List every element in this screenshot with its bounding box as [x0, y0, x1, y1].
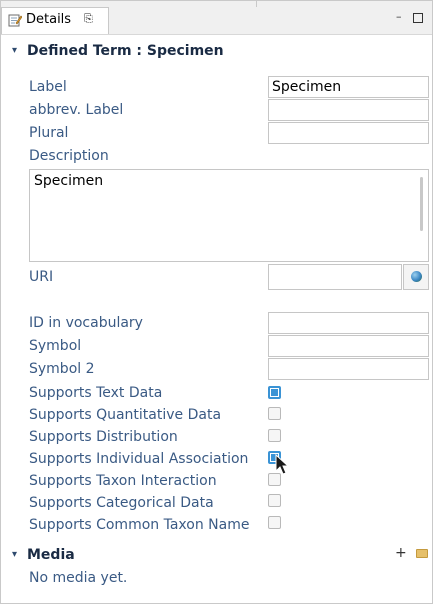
description-scrollbar[interactable]	[420, 177, 423, 231]
description-field[interactable]: Specimen	[29, 169, 429, 262]
defined-term-section-title[interactable]: Defined Term : Specimen	[27, 43, 224, 59]
supports-text-data-label: Supports Text Data	[29, 385, 163, 401]
tab-details-label: Details	[26, 12, 72, 27]
tab-details[interactable]: Details ⎘	[1, 7, 109, 34]
symbol-field[interactable]	[268, 335, 429, 357]
description-label: Description	[29, 148, 109, 164]
supports-categorical-data-label: Supports Categorical Data	[29, 495, 214, 511]
symbol2-label: Symbol 2	[29, 361, 95, 377]
globe-icon	[411, 271, 422, 282]
folder-icon[interactable]	[416, 549, 428, 558]
media-empty-message: No media yet.	[29, 570, 128, 586]
symbol-label: Symbol	[29, 338, 82, 354]
details-view: Details ⎘ – ▾ Defined Term : Specimen La…	[0, 0, 433, 604]
tab-bar: Details ⎘ –	[1, 1, 432, 35]
supports-individual-association-label: Supports Individual Association	[29, 451, 249, 467]
tab-close-icon[interactable]: ⎘	[84, 12, 93, 26]
uri-field[interactable]	[268, 264, 402, 290]
label-field[interactable]	[268, 76, 429, 98]
abbrev-label-label: abbrev. Label	[29, 102, 124, 118]
supports-categorical-data-checkbox[interactable]	[268, 494, 281, 507]
supports-distribution-checkbox[interactable]	[268, 429, 281, 442]
plural-label: Plural	[29, 125, 69, 141]
supports-quantitative-data-label: Supports Quantitative Data	[29, 407, 222, 423]
supports-quantitative-data-checkbox[interactable]	[268, 407, 281, 420]
abbrev-label-field[interactable]	[268, 99, 429, 121]
media-collapse-icon[interactable]: ▾	[12, 549, 17, 560]
supports-common-taxon-name-label: Supports Common Taxon Name	[29, 517, 250, 533]
symbol2-field[interactable]	[268, 358, 429, 380]
maximize-icon[interactable]	[413, 13, 423, 23]
edit-document-icon	[8, 14, 22, 27]
supports-common-taxon-name-checkbox[interactable]	[268, 516, 281, 529]
supports-taxon-interaction-label: Supports Taxon Interaction	[29, 473, 217, 489]
supports-text-data-checkbox[interactable]	[268, 386, 281, 399]
supports-distribution-label: Supports Distribution	[29, 429, 178, 445]
mouse-pointer-icon	[275, 454, 290, 475]
tab-separator	[256, 1, 257, 7]
media-section-title[interactable]: Media	[27, 547, 75, 563]
plural-field[interactable]	[268, 122, 429, 144]
add-media-button[interactable]: +	[395, 545, 407, 561]
uri-label: URI	[29, 269, 54, 285]
id-in-vocabulary-field[interactable]	[268, 312, 429, 334]
open-uri-button[interactable]	[403, 264, 429, 290]
id-in-vocabulary-label: ID in vocabulary	[29, 315, 143, 331]
defined-term-collapse-icon[interactable]: ▾	[12, 45, 17, 56]
label-label: Label	[29, 79, 67, 95]
minimize-icon[interactable]: –	[396, 11, 405, 22]
